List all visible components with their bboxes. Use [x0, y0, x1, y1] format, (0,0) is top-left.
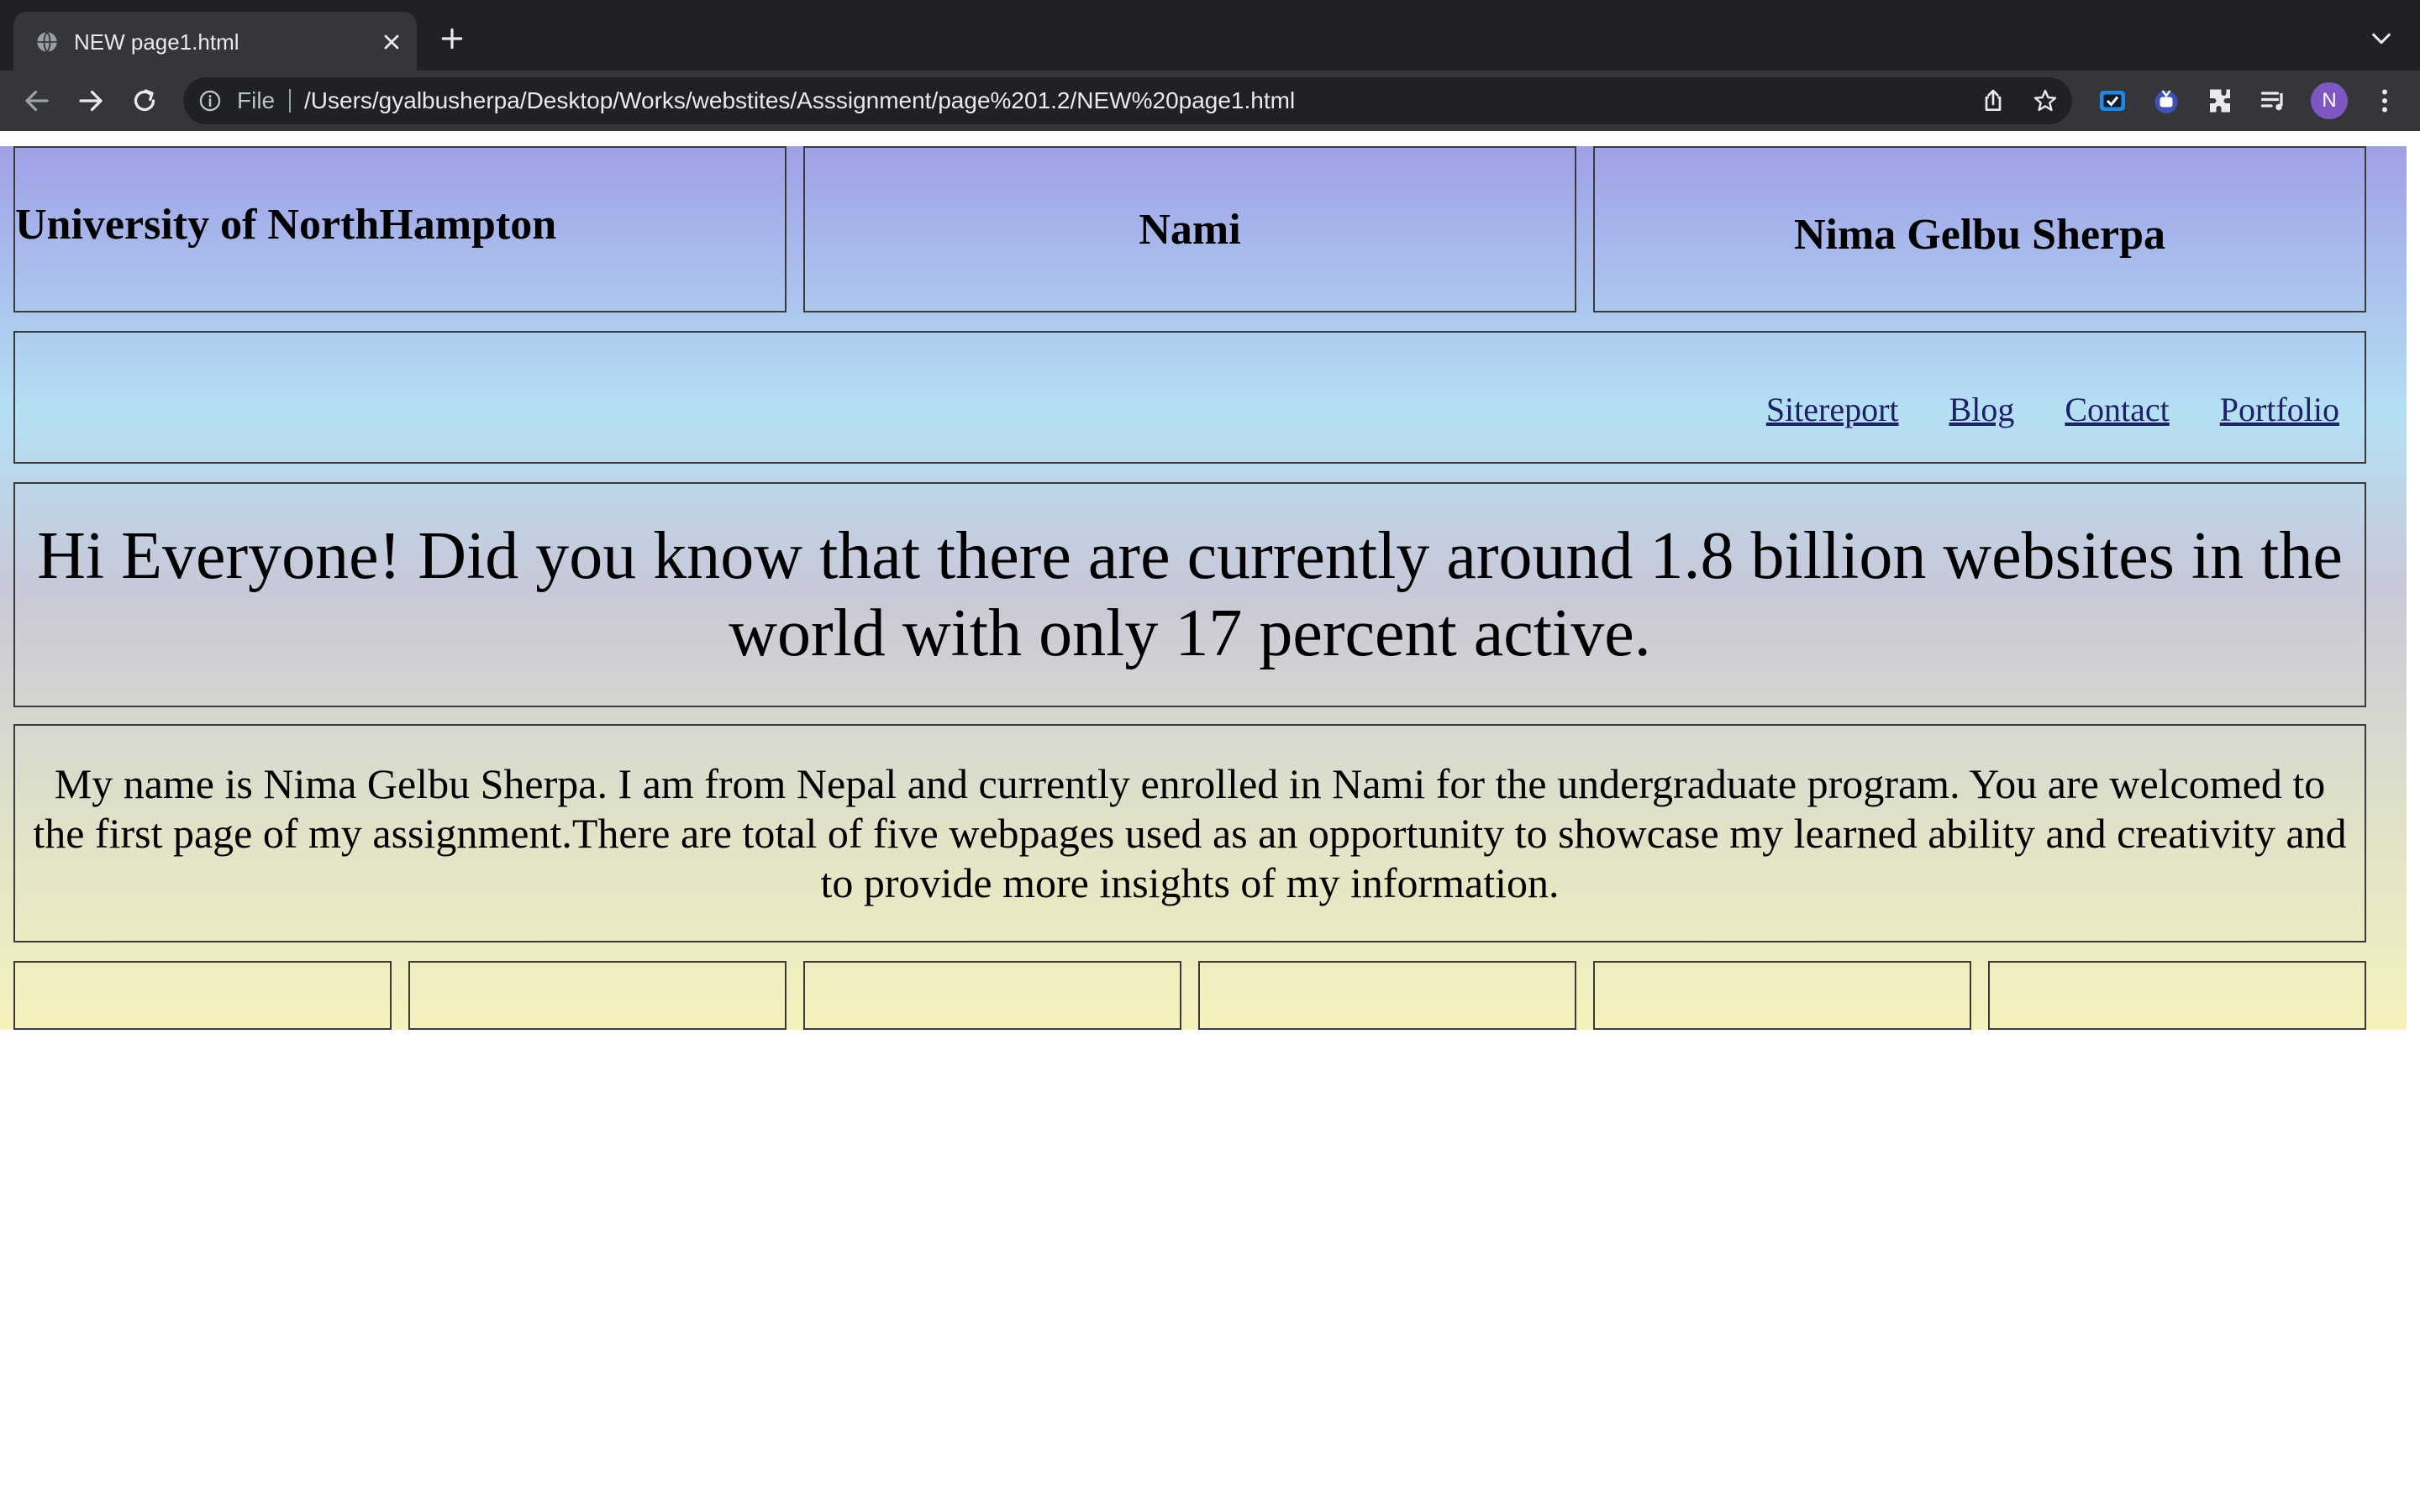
browser-tab[interactable]: NEW page1.html	[13, 12, 417, 71]
extension-screenshot-icon[interactable]	[2097, 86, 2128, 116]
bookmark-star-icon[interactable]	[2032, 87, 2059, 114]
close-icon[interactable]	[380, 30, 403, 54]
empty-box-2	[408, 961, 786, 1030]
extensions-puzzle-icon[interactable]	[2205, 86, 2235, 116]
site-name: Nami	[1139, 205, 1241, 254]
omnibox-divider	[289, 89, 291, 113]
empty-box-4	[1198, 961, 1576, 1030]
header-site-name: Nami	[803, 146, 1576, 312]
browser-tab-bar: NEW page1.html	[0, 0, 2420, 71]
tab-title: NEW page1.html	[74, 29, 239, 55]
empty-box-6	[1988, 961, 2366, 1030]
author-name: Nima Gelbu Sherpa	[1793, 210, 2166, 259]
share-icon[interactable]	[1980, 87, 2007, 114]
forward-arrow-icon[interactable]	[76, 86, 106, 116]
nav-link-contact[interactable]: Contact	[2065, 390, 2169, 429]
empty-box-1	[13, 961, 392, 1030]
chevron-down-icon[interactable]	[2370, 30, 2393, 47]
address-bar[interactable]: File /Users/gyalbusherpa/Desktop/Works/w…	[183, 77, 2072, 124]
hero-section: Hi Everyone! Did you know that there are…	[13, 482, 2366, 707]
url-scheme-label: File	[237, 87, 276, 113]
page-viewport: University of NorthHampton Nami Nima Gel…	[0, 131, 2420, 1512]
nav-link-blog[interactable]: Blog	[1949, 390, 2015, 429]
navigation-bar: Sitereport Blog Contact Portfolio	[13, 331, 2366, 464]
intro-text: My name is Nima Gelbu Sherpa. I am from …	[33, 759, 2347, 906]
info-icon[interactable]	[198, 89, 222, 113]
back-arrow-icon[interactable]	[22, 86, 52, 116]
hero-text: Hi Everyone! Did you know that there are…	[37, 519, 2343, 670]
reload-icon[interactable]	[129, 86, 160, 116]
browser-toolbar: File /Users/gyalbusherpa/Desktop/Works/w…	[0, 71, 2420, 131]
extension-tv-icon[interactable]	[2151, 86, 2181, 116]
media-playlist-icon[interactable]	[2259, 86, 2289, 116]
header-university: University of NorthHampton	[13, 146, 786, 312]
profile-avatar[interactable]: N	[2311, 82, 2348, 119]
nav-link-portfolio[interactable]: Portfolio	[2220, 390, 2339, 429]
new-tab-plus-icon[interactable]	[439, 25, 466, 52]
header-author: Nima Gelbu Sherpa	[1593, 146, 2366, 312]
globe-icon	[37, 31, 57, 53]
url-text[interactable]: /Users/gyalbusherpa/Desktop/Works/websti…	[304, 86, 1295, 116]
empty-box-5	[1593, 961, 1971, 1030]
nav-link-sitereport[interactable]: Sitereport	[1766, 390, 1899, 429]
nav-links: Sitereport Blog Contact Portfolio	[1766, 390, 2339, 429]
intro-section: My name is Nima Gelbu Sherpa. I am from …	[13, 724, 2366, 942]
more-menu-icon[interactable]	[2370, 86, 2400, 116]
empty-box-3	[803, 961, 1181, 1030]
university-name: University of NorthHampton	[15, 200, 557, 249]
